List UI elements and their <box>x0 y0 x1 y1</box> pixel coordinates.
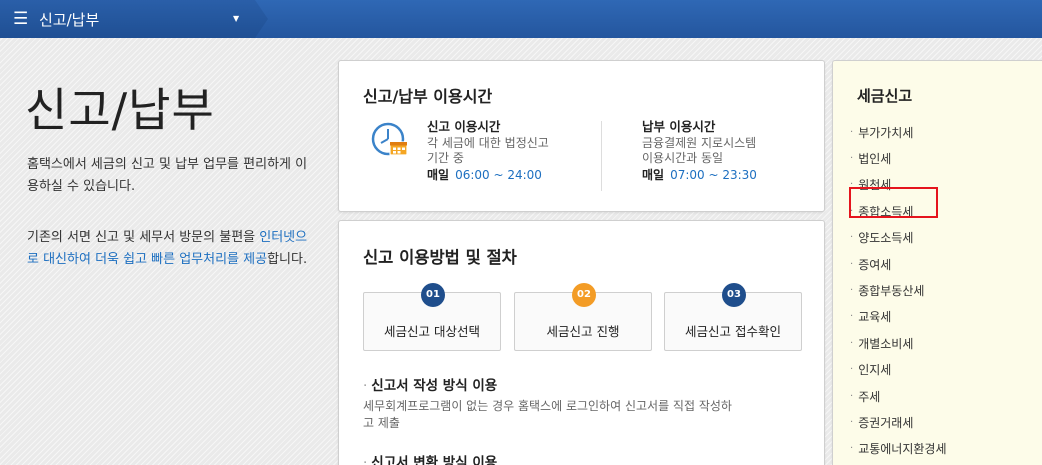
chevron-down-icon[interactable]: ▼ <box>233 14 239 23</box>
payment-daily-label: 매일 <box>642 168 665 182</box>
bullet-dot: · <box>850 443 854 455</box>
intro-description: 홈택스에서 세금의 신고 및 납부 업무를 편리하게 이용하실 수 있습니다. <box>27 157 308 194</box>
bullet-dot: · <box>850 285 854 297</box>
tax-item-label[interactable]: 종합부동산세 <box>858 282 924 299</box>
clock-calendar-icon <box>371 122 408 156</box>
method-title-row: · 신고서 변환 방식 이용 <box>363 451 497 465</box>
payment-hours-time-row: 매일 07:00 ~ 23:30 <box>642 168 757 183</box>
payment-time-value: 07:00 ~ 23:30 <box>670 168 757 182</box>
intro-text: 기존의 서면 신고 및 세무서 방문의 불편을 <box>27 230 260 245</box>
tax-item-label[interactable]: 부가가치세 <box>858 124 913 141</box>
tax-item-label[interactable]: 증권거래세 <box>858 414 913 431</box>
filing-hours-desc: 각 세금에 대한 법정신고 <box>427 136 549 150</box>
tax-item-education[interactable]: · 교육세 <box>850 304 947 330</box>
tax-item-label[interactable]: 양도소득세 <box>858 229 913 246</box>
hours-divider <box>601 121 602 191</box>
bullet-dot: · <box>850 364 854 376</box>
filing-hours-heading: 신고 이용시간 <box>427 119 501 134</box>
bullet-dot: · <box>850 126 854 138</box>
filing-daily-label: 매일 <box>427 168 450 182</box>
tax-item-property[interactable]: · 종합부동산세 <box>850 277 947 303</box>
filing-time-value: 06:00 ~ 24:00 <box>455 168 542 182</box>
filing-hours-desc-2: 기간 중 <box>427 151 464 165</box>
tax-list: · 부가가치세 · 법인세 · 원천세 · 종합소득세 · 양도소득세 · 증여세 · 종합부… <box>850 119 947 462</box>
filing-hours-block: 신고 이용시간 각 세금에 대한 법정신고 기간 중 매일 06:00 ~ 24:… <box>427 119 549 183</box>
payment-hours-heading: 납부 이용시간 <box>642 119 716 134</box>
step-select-target-button[interactable]: 01 세금신고 대상선택 <box>363 283 501 351</box>
bullet-dot: · <box>850 153 854 165</box>
tax-item-gift[interactable]: · 증여세 <box>850 251 947 277</box>
step-label: 세금신고 대상선택 <box>384 324 480 339</box>
nav-menu-dropdown[interactable]: ☰ 신고/납부 ▼ <box>0 0 268 38</box>
tax-filing-panel: 세금신고 · 부가가치세 · 법인세 · 원천세 · 종합소득세 · 양도소득세 · 증여세… <box>832 60 1042 465</box>
procedure-title: 신고 이용방법 및 절차 <box>363 248 517 267</box>
nav-menu-title[interactable]: 신고/납부 <box>39 9 99 30</box>
step-number-badge: 01 <box>421 283 445 307</box>
tax-filing-title: 세금신고 <box>857 87 913 105</box>
payment-hours-desc-2: 이용시간과 동일 <box>642 151 724 165</box>
tax-item-label[interactable]: 주세 <box>858 388 880 405</box>
step-number-badge: 03 <box>722 283 746 307</box>
method-title: 신고서 변환 방식 이용 <box>371 455 498 465</box>
tax-item-label[interactable]: 교육세 <box>858 308 891 325</box>
method-desc: 세무회계프로그램이 없는 경우 홈택스에 로그인하여 신고서를 직접 작성하고 … <box>363 399 732 430</box>
payment-hours-desc: 금융결제원 지로시스템 <box>642 136 757 150</box>
tax-item-transfer[interactable]: · 양도소득세 <box>850 225 947 251</box>
procedure-card: 신고 이용방법 및 절차 01 세금신고 대상선택 02 세금신고 진행 03 … <box>338 220 825 465</box>
usage-hours-title: 신고/납부 이용시간 <box>363 87 493 106</box>
highlight-box <box>849 187 938 218</box>
tax-item-consumption[interactable]: · 개별소비세 <box>850 330 947 356</box>
bullet-dot: · <box>363 378 368 394</box>
bullet-dot: · <box>850 390 854 402</box>
method-title: 신고서 작성 방식 이용 <box>371 378 498 394</box>
bullet-dot: · <box>850 232 854 244</box>
tax-item-label[interactable]: 개별소비세 <box>858 335 913 352</box>
top-nav-bar: ☰ 신고/납부 ▼ <box>0 0 1042 38</box>
tax-item-corporate[interactable]: · 법인세 <box>850 145 947 171</box>
intro-text-end: 합니다. <box>267 252 308 267</box>
bullet-dot: · <box>850 311 854 323</box>
tax-item-label[interactable]: 법인세 <box>858 150 891 167</box>
bullet-dot: · <box>850 416 854 428</box>
step-label: 세금신고 진행 <box>546 324 620 339</box>
tax-item-label[interactable]: 인지세 <box>858 361 891 378</box>
hamburger-menu-icon[interactable]: ☰ <box>13 9 31 29</box>
tax-item-label[interactable]: 증여세 <box>858 256 891 273</box>
method-item: · 신고서 변환 방식 이용 <box>363 451 497 465</box>
tax-item-liquor[interactable]: · 주세 <box>850 383 947 409</box>
usage-hours-card: 신고/납부 이용시간 신고 이용시간 각 세금에 대한 법정신고 기간 중 매일… <box>338 60 825 212</box>
tax-item-label[interactable]: 교통에너지환경세 <box>858 440 946 457</box>
filing-hours-time-row: 매일 06:00 ~ 24:00 <box>427 168 549 183</box>
bullet-dot: · <box>850 337 854 349</box>
method-title-row: · 신고서 작성 방식 이용 <box>363 374 733 394</box>
tax-item-stamp[interactable]: · 인지세 <box>850 357 947 383</box>
bullet-dot: · <box>363 455 368 465</box>
step-number-badge: 02 <box>572 283 596 307</box>
tax-item-securities[interactable]: · 증권거래세 <box>850 409 947 435</box>
payment-hours-block: 납부 이용시간 금융결제원 지로시스템 이용시간과 동일 매일 07:00 ~ 2… <box>642 119 757 183</box>
page-title: 신고/납부 <box>25 83 215 137</box>
tax-item-vat[interactable]: · 부가가치세 <box>850 119 947 145</box>
method-item: · 신고서 작성 방식 이용 세무회계프로그램이 없는 경우 홈택스에 로그인하여… <box>363 374 733 432</box>
intro-description-2: 기존의 서면 신고 및 세무서 방문의 불편을 인터넷으로 대신하여 더욱 쉽고… <box>27 227 317 271</box>
step-label: 세금신고 접수확인 <box>685 324 781 339</box>
tax-item-energy[interactable]: · 교통에너지환경세 <box>850 436 947 462</box>
step-receipt-confirm-button[interactable]: 03 세금신고 접수확인 <box>664 283 802 351</box>
step-progress-button[interactable]: 02 세금신고 진행 <box>514 283 652 351</box>
bullet-dot: · <box>850 258 854 270</box>
